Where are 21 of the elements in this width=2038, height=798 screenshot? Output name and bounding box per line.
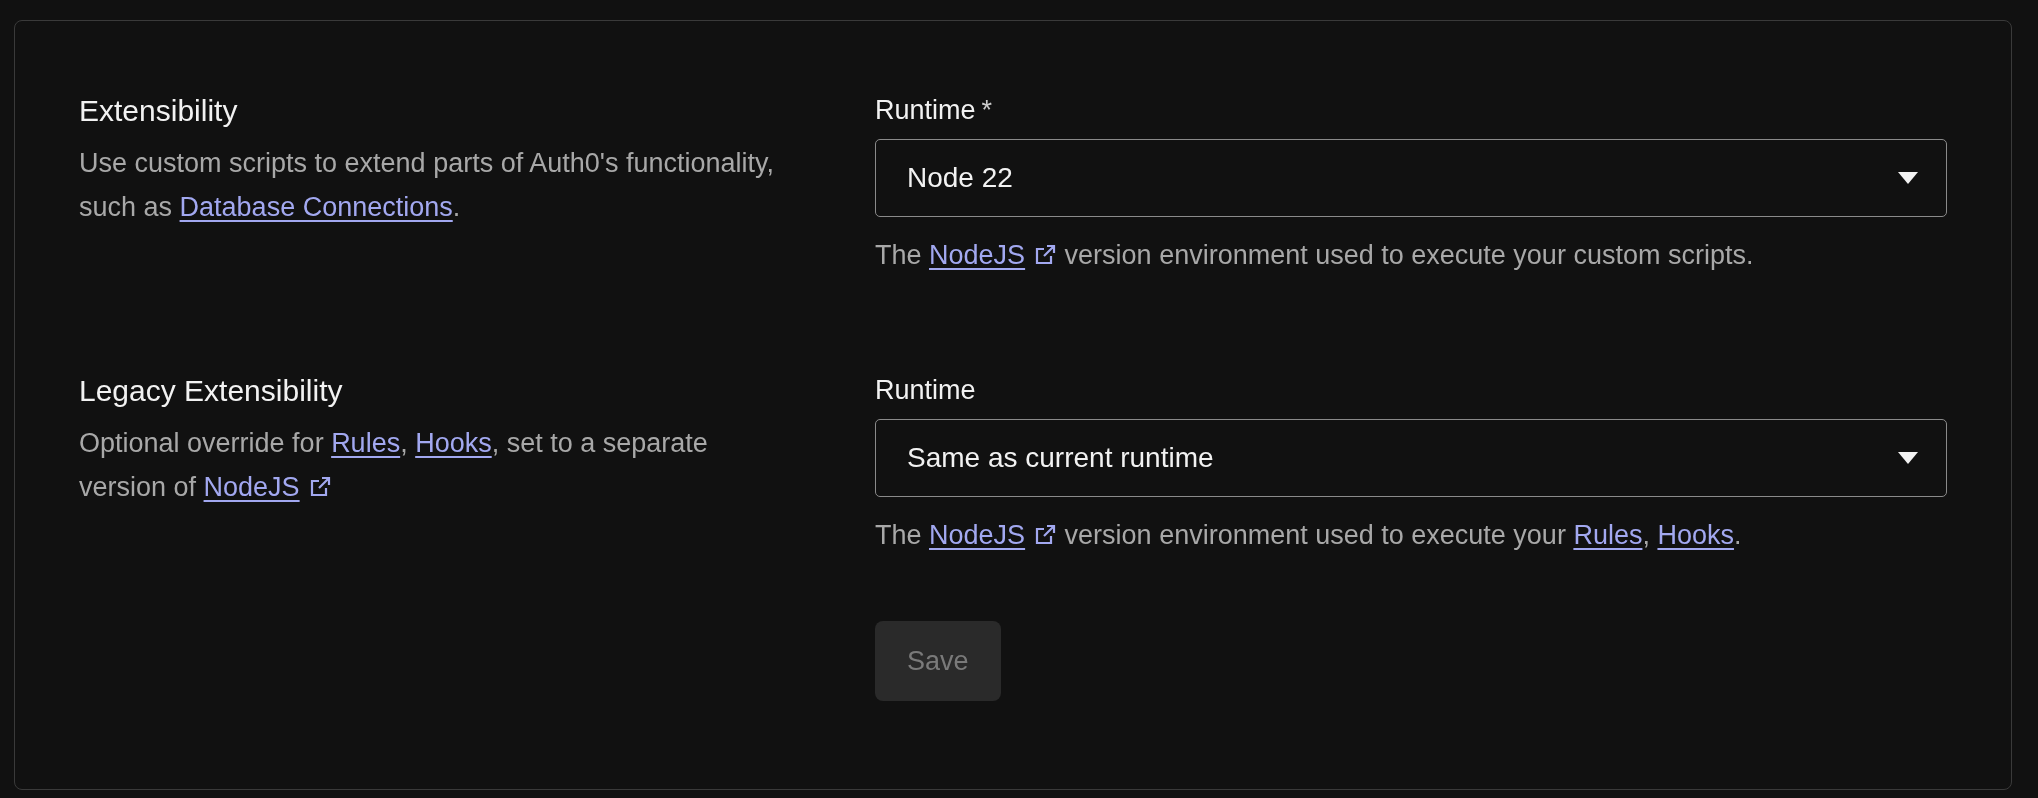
link[interactable]: Database Connections [179, 192, 453, 222]
help-text: The NodeJS version environment used to execute your custom scripts. [875, 239, 1755, 272]
section-description: Optional override for Rules, Hooks, set to a separate version of NodeJS [79, 427, 709, 504]
section-description: Use custom scripts to extend parts of Auth0's functionality, such as Database Connections. [79, 147, 775, 224]
required-mark: * [981, 94, 993, 127]
section-title: Legacy Extensibility [79, 373, 344, 409]
link[interactable]: Rules [331, 428, 401, 458]
runtime-dropdown[interactable]: Same as current runtime [875, 419, 1947, 497]
field-label: Runtime [875, 94, 976, 127]
section-title: Extensibility [79, 93, 239, 129]
caret-icon [1898, 452, 1918, 464]
field-label: Runtime [875, 374, 976, 407]
caret-icon [1898, 172, 1918, 184]
runtime-dropdown[interactable]: Node 22 [875, 139, 1947, 217]
link[interactable]: NodeJS [929, 520, 1026, 550]
link[interactable]: Rules [1573, 520, 1643, 550]
link[interactable]: Hooks [415, 428, 492, 458]
link[interactable]: Hooks [1657, 520, 1734, 550]
link[interactable]: NodeJS [929, 240, 1026, 270]
link[interactable]: NodeJS [203, 472, 300, 502]
help-text: The NodeJS version environment used to execute your Rules, Hooks. [875, 519, 1743, 552]
